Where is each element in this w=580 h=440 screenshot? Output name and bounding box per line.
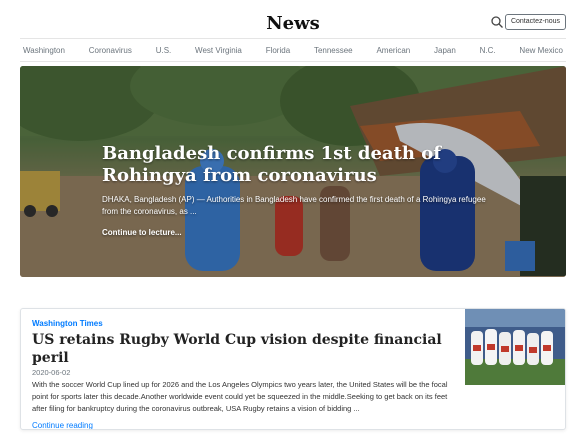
- nav-item-florida[interactable]: Florida: [266, 46, 290, 55]
- nav-item-new-mexico[interactable]: New Mexico: [519, 46, 563, 55]
- nav-item-coronavirus[interactable]: Coronavirus: [89, 46, 132, 55]
- article-card-body: Washington Times US retains Rugby World …: [32, 319, 457, 429]
- article-source: Washington Times: [32, 319, 103, 328]
- category-nav: Washington Coronavirus U.S. West Virgini…: [20, 40, 566, 62]
- article-excerpt: With the soccer World Cup lined up for 2…: [32, 380, 448, 413]
- site-header: News Contactez-nous: [20, 5, 566, 39]
- featured-article[interactable]: Bangladesh confirms 1st death of Rohingy…: [20, 66, 566, 277]
- hero-continue-link[interactable]: Continue to lecture...: [102, 228, 492, 237]
- nav-item-japan[interactable]: Japan: [434, 46, 456, 55]
- hero-title[interactable]: Bangladesh confirms 1st death of Rohingy…: [102, 143, 492, 187]
- contact-button[interactable]: Contactez-nous: [504, 14, 566, 30]
- continue-reading-link[interactable]: Continue reading: [32, 421, 93, 429]
- article-title[interactable]: US retains Rugby World Cup vision despit…: [32, 331, 457, 367]
- article-card: Washington Times US retains Rugby World …: [20, 308, 566, 430]
- hero-text-overlay: Bangladesh confirms 1st death of Rohingy…: [102, 143, 492, 237]
- search-icon[interactable]: [490, 15, 504, 29]
- nav-item-american[interactable]: American: [376, 46, 410, 55]
- nav-item-washington[interactable]: Washington: [23, 46, 65, 55]
- site-logo[interactable]: News: [20, 13, 566, 34]
- nav-item-nc[interactable]: N.C.: [480, 46, 496, 55]
- nav-item-us[interactable]: U.S.: [156, 46, 172, 55]
- nav-item-tennessee[interactable]: Tennessee: [314, 46, 353, 55]
- article-date: 2020-06-02: [32, 368, 71, 377]
- article-thumbnail[interactable]: [465, 309, 565, 385]
- nav-item-west-virginia[interactable]: West Virginia: [195, 46, 242, 55]
- hero-lead: DHAKA, Bangladesh (AP) — Authorities in …: [102, 195, 486, 216]
